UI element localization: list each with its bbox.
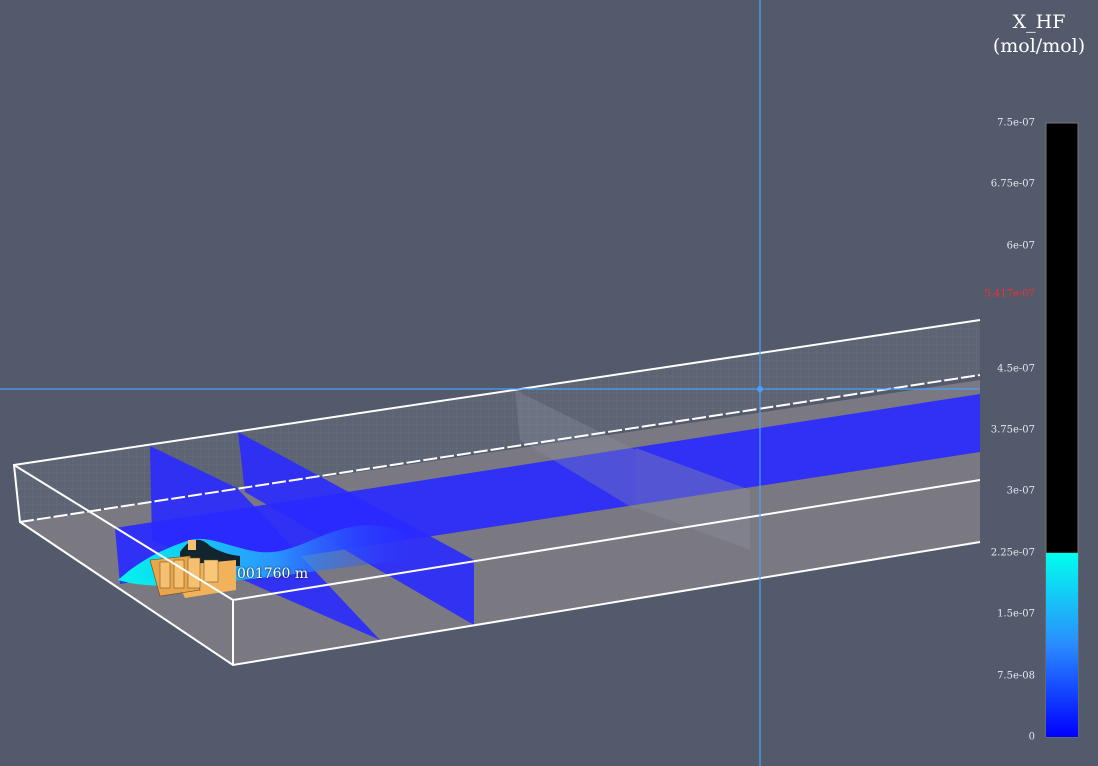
- colorbar-tick: 6.75e-07: [990, 178, 1035, 190]
- colorbar-tick: 3e-07: [1006, 485, 1035, 497]
- colorbar-tick: 4.5e-07: [997, 363, 1035, 375]
- colorbar-tick: 1.5e-07: [997, 608, 1035, 620]
- scene-canvas[interactable]: [0, 0, 1098, 766]
- colorbar-tick: 2.25e-07: [990, 547, 1035, 559]
- legend-variable: X_HF: [1012, 11, 1066, 33]
- colorbar-tick: 0: [1028, 731, 1035, 743]
- colorbar-ramp: [1046, 552, 1078, 737]
- 3d-viewport[interactable]: X_HF (mol/mol) 7.5e-07 6.75e-07 6e-07 4.5e-…: [0, 0, 1098, 766]
- colorbar-tick: 6e-07: [1006, 240, 1035, 252]
- colorbar-tick: 3.75e-07: [990, 424, 1035, 436]
- colorbar-tick: 7.5e-08: [997, 670, 1035, 682]
- colorbar: [1045, 122, 1079, 738]
- legend-unit: (mol/mol): [992, 35, 1086, 57]
- distance-label: 001760 m: [237, 566, 309, 582]
- legend-title: X_HF (mol/mol): [980, 10, 1098, 58]
- colorbar-marker-label: 5.417e-07: [984, 288, 1035, 300]
- colorbar-tick: 7.5e-07: [997, 117, 1035, 129]
